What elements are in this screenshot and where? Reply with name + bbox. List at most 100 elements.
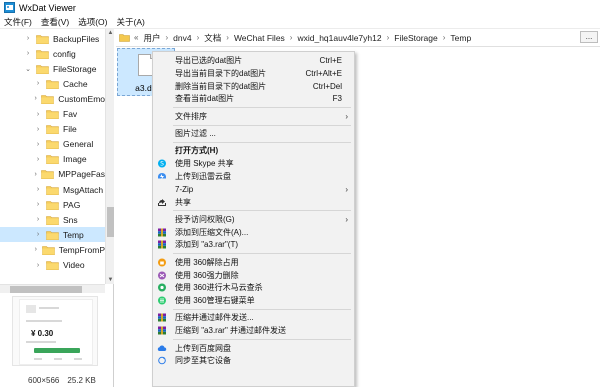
context-menu-item[interactable]: 删除当前目录下的dat图片 Ctrl+Del [153, 80, 354, 93]
context-menu-item-label: 打开方式(H) [175, 146, 219, 156]
tree-item[interactable]: › Temp [0, 227, 105, 243]
chevron-right-icon[interactable]: › [34, 261, 42, 269]
context-menu-shortcut: Ctrl+Alt+E [305, 68, 342, 78]
menu-separator [173, 107, 351, 109]
breadcrumb-separator-icon[interactable]: › [162, 33, 171, 42]
menu-about[interactable]: 关于(A) [112, 16, 149, 28]
context-menu-item[interactable]: 上传到迅雷云盘 [153, 170, 354, 183]
tree-vertical-scrollbar[interactable]: ▲ ▼ [105, 29, 114, 284]
context-menu-item[interactable]: 添加到压缩文件(A)... [153, 226, 354, 239]
chevron-right-icon[interactable]: › [34, 140, 42, 148]
breadcrumb-separator-icon[interactable]: › [194, 33, 203, 42]
chevron-down-icon[interactable]: ⌄ [24, 65, 32, 73]
menu-separator [173, 141, 351, 143]
context-menu-item[interactable]: 上传到百度网盘 [153, 342, 354, 355]
tree-item[interactable]: › MsgAttach [0, 182, 105, 197]
context-menu-item[interactable]: 打开方式(H) [153, 144, 354, 157]
context-menu-item[interactable]: 图片过滤 ... [153, 127, 354, 140]
tree-item-label: File [63, 124, 77, 135]
context-menu-item[interactable]: 7-Zip › [153, 183, 354, 196]
breadcrumb-item[interactable]: 用户 [141, 32, 162, 44]
tree-item[interactable]: › General [0, 137, 105, 152]
winrar-icon [158, 228, 166, 237]
breadcrumb-separator-icon[interactable]: › [287, 33, 296, 42]
chevron-right-icon[interactable]: › [34, 80, 42, 88]
preview-avatar [26, 305, 36, 313]
tree-item[interactable]: › BackupFiles [0, 31, 105, 46]
breadcrumb-separator-icon[interactable]: › [440, 33, 449, 42]
image-preview: ¥ 0.30 [12, 296, 98, 366]
breadcrumb-separator-icon[interactable]: › [223, 33, 232, 42]
context-menu-item[interactable]: S 使用 Skype 共享 [153, 157, 354, 170]
chevron-right-icon[interactable]: › [34, 125, 42, 133]
chevron-right-icon[interactable]: › [34, 155, 42, 163]
context-menu-item[interactable]: 导出已选的dat图片 Ctrl+E [153, 54, 354, 67]
context-menu-item[interactable]: 同步至其它设备 [153, 354, 354, 367]
context-menu-item-label: 添加到压缩文件(A)... [175, 227, 249, 237]
tree-item-label: TempFromP [58, 244, 105, 255]
tree-item[interactable]: › CustomEmo [0, 91, 105, 106]
chevron-right-icon[interactable]: › [24, 35, 32, 43]
chevron-right-icon[interactable]: › [34, 95, 37, 103]
tree-item[interactable]: › config [0, 46, 105, 61]
breadcrumb-item[interactable]: wxid_hq1auv4le7yh12 [295, 33, 383, 43]
menu-file[interactable]: 文件(F) [0, 16, 37, 28]
tree-item[interactable]: › Video [0, 258, 105, 273]
chevron-right-icon[interactable]: › [24, 50, 32, 58]
breadcrumb-item[interactable]: WeChat Files [232, 33, 287, 43]
context-menu-item[interactable]: 使用 360进行木马云查杀 [153, 281, 354, 294]
tree-scroll-thumb[interactable] [107, 207, 114, 237]
context-menu-item[interactable]: 授予访问权限(G) › [153, 213, 354, 226]
context-menu-item[interactable]: 使用 360解除占用 [153, 256, 354, 269]
chevron-right-icon[interactable]: › [34, 170, 37, 178]
breadcrumb-item[interactable]: 文档 [202, 32, 223, 44]
context-menu-item[interactable]: 添加到 "a3.rar"(T) [153, 238, 354, 251]
address-back-chevron-icon[interactable]: « [134, 33, 138, 42]
chevron-right-icon[interactable]: › [34, 186, 42, 194]
tree-item[interactable]: › Sns [0, 212, 105, 227]
tree-item[interactable]: › PAG [0, 197, 105, 212]
tree-horizontal-scroll-thumb[interactable] [10, 286, 82, 293]
title-bar: WxDat Viewer [0, 0, 600, 15]
context-menu-item[interactable]: 使用 360管理右键菜单 [153, 294, 354, 307]
breadcrumb-item[interactable]: dnv4 [171, 33, 193, 43]
address-more-button[interactable]: ... [580, 31, 598, 43]
breadcrumb-item[interactable]: Temp [448, 33, 473, 43]
tree-horizontal-scrollbar[interactable] [0, 284, 105, 293]
chevron-right-icon[interactable]: › [34, 201, 42, 209]
menu-options[interactable]: 选项(O) [74, 16, 112, 28]
tree-item[interactable]: › Image [0, 152, 105, 167]
scroll-up-arrow-icon[interactable]: ▲ [107, 29, 114, 37]
tree-item[interactable]: › TempFromP [0, 242, 105, 257]
address-bar[interactable]: « 用户 › dnv4 › 文档 › WeChat Files › wxid_hq1auv4le… [116, 30, 600, 45]
tree-item-label: BackupFiles [53, 33, 100, 44]
chevron-right-icon[interactable]: › [34, 216, 42, 224]
tree-item[interactable]: › MPPageFas [0, 167, 105, 182]
tree-item[interactable]: › Fav [0, 107, 105, 122]
folder-icon [41, 170, 55, 180]
folder-icon [36, 64, 49, 74]
folder-icon [119, 34, 130, 42]
chevron-right-icon[interactable]: › [34, 231, 42, 239]
context-menu-item[interactable]: 文件排序 › [153, 110, 354, 123]
breadcrumb-separator-icon[interactable]: › [384, 33, 393, 42]
tree-item[interactable]: › File [0, 122, 105, 137]
context-menu-item[interactable]: 导出当前目录下的dat图片 Ctrl+Alt+E [153, 67, 354, 80]
context-menu-item[interactable]: 压缩并通过邮件发送... [153, 311, 354, 324]
tree-item[interactable]: ⌄ FileStorage [0, 61, 105, 76]
window-title: WxDat Viewer [19, 2, 76, 13]
folder-icon [46, 261, 59, 270]
context-menu-item[interactable]: 共享 [153, 196, 354, 209]
breadcrumb-item[interactable]: FileStorage [392, 33, 439, 43]
folder-icon [46, 125, 59, 135]
context-menu-item[interactable]: 使用 360强力删除 [153, 269, 354, 282]
tree-item[interactable]: › Cache [0, 76, 105, 91]
context-menu-item[interactable]: 压缩到 "a3.rar" 并通过邮件发送 [153, 324, 354, 337]
folder-icon [36, 49, 49, 59]
scroll-down-arrow-icon[interactable]: ▼ [107, 276, 114, 284]
menu-view[interactable]: 查看(V) [37, 16, 74, 28]
tree-item-label: Temp [63, 229, 84, 240]
chevron-right-icon[interactable]: › [34, 110, 42, 118]
chevron-right-icon[interactable]: › [34, 246, 38, 254]
context-menu-item[interactable]: 查看当前dat图片 F3 [153, 92, 354, 105]
